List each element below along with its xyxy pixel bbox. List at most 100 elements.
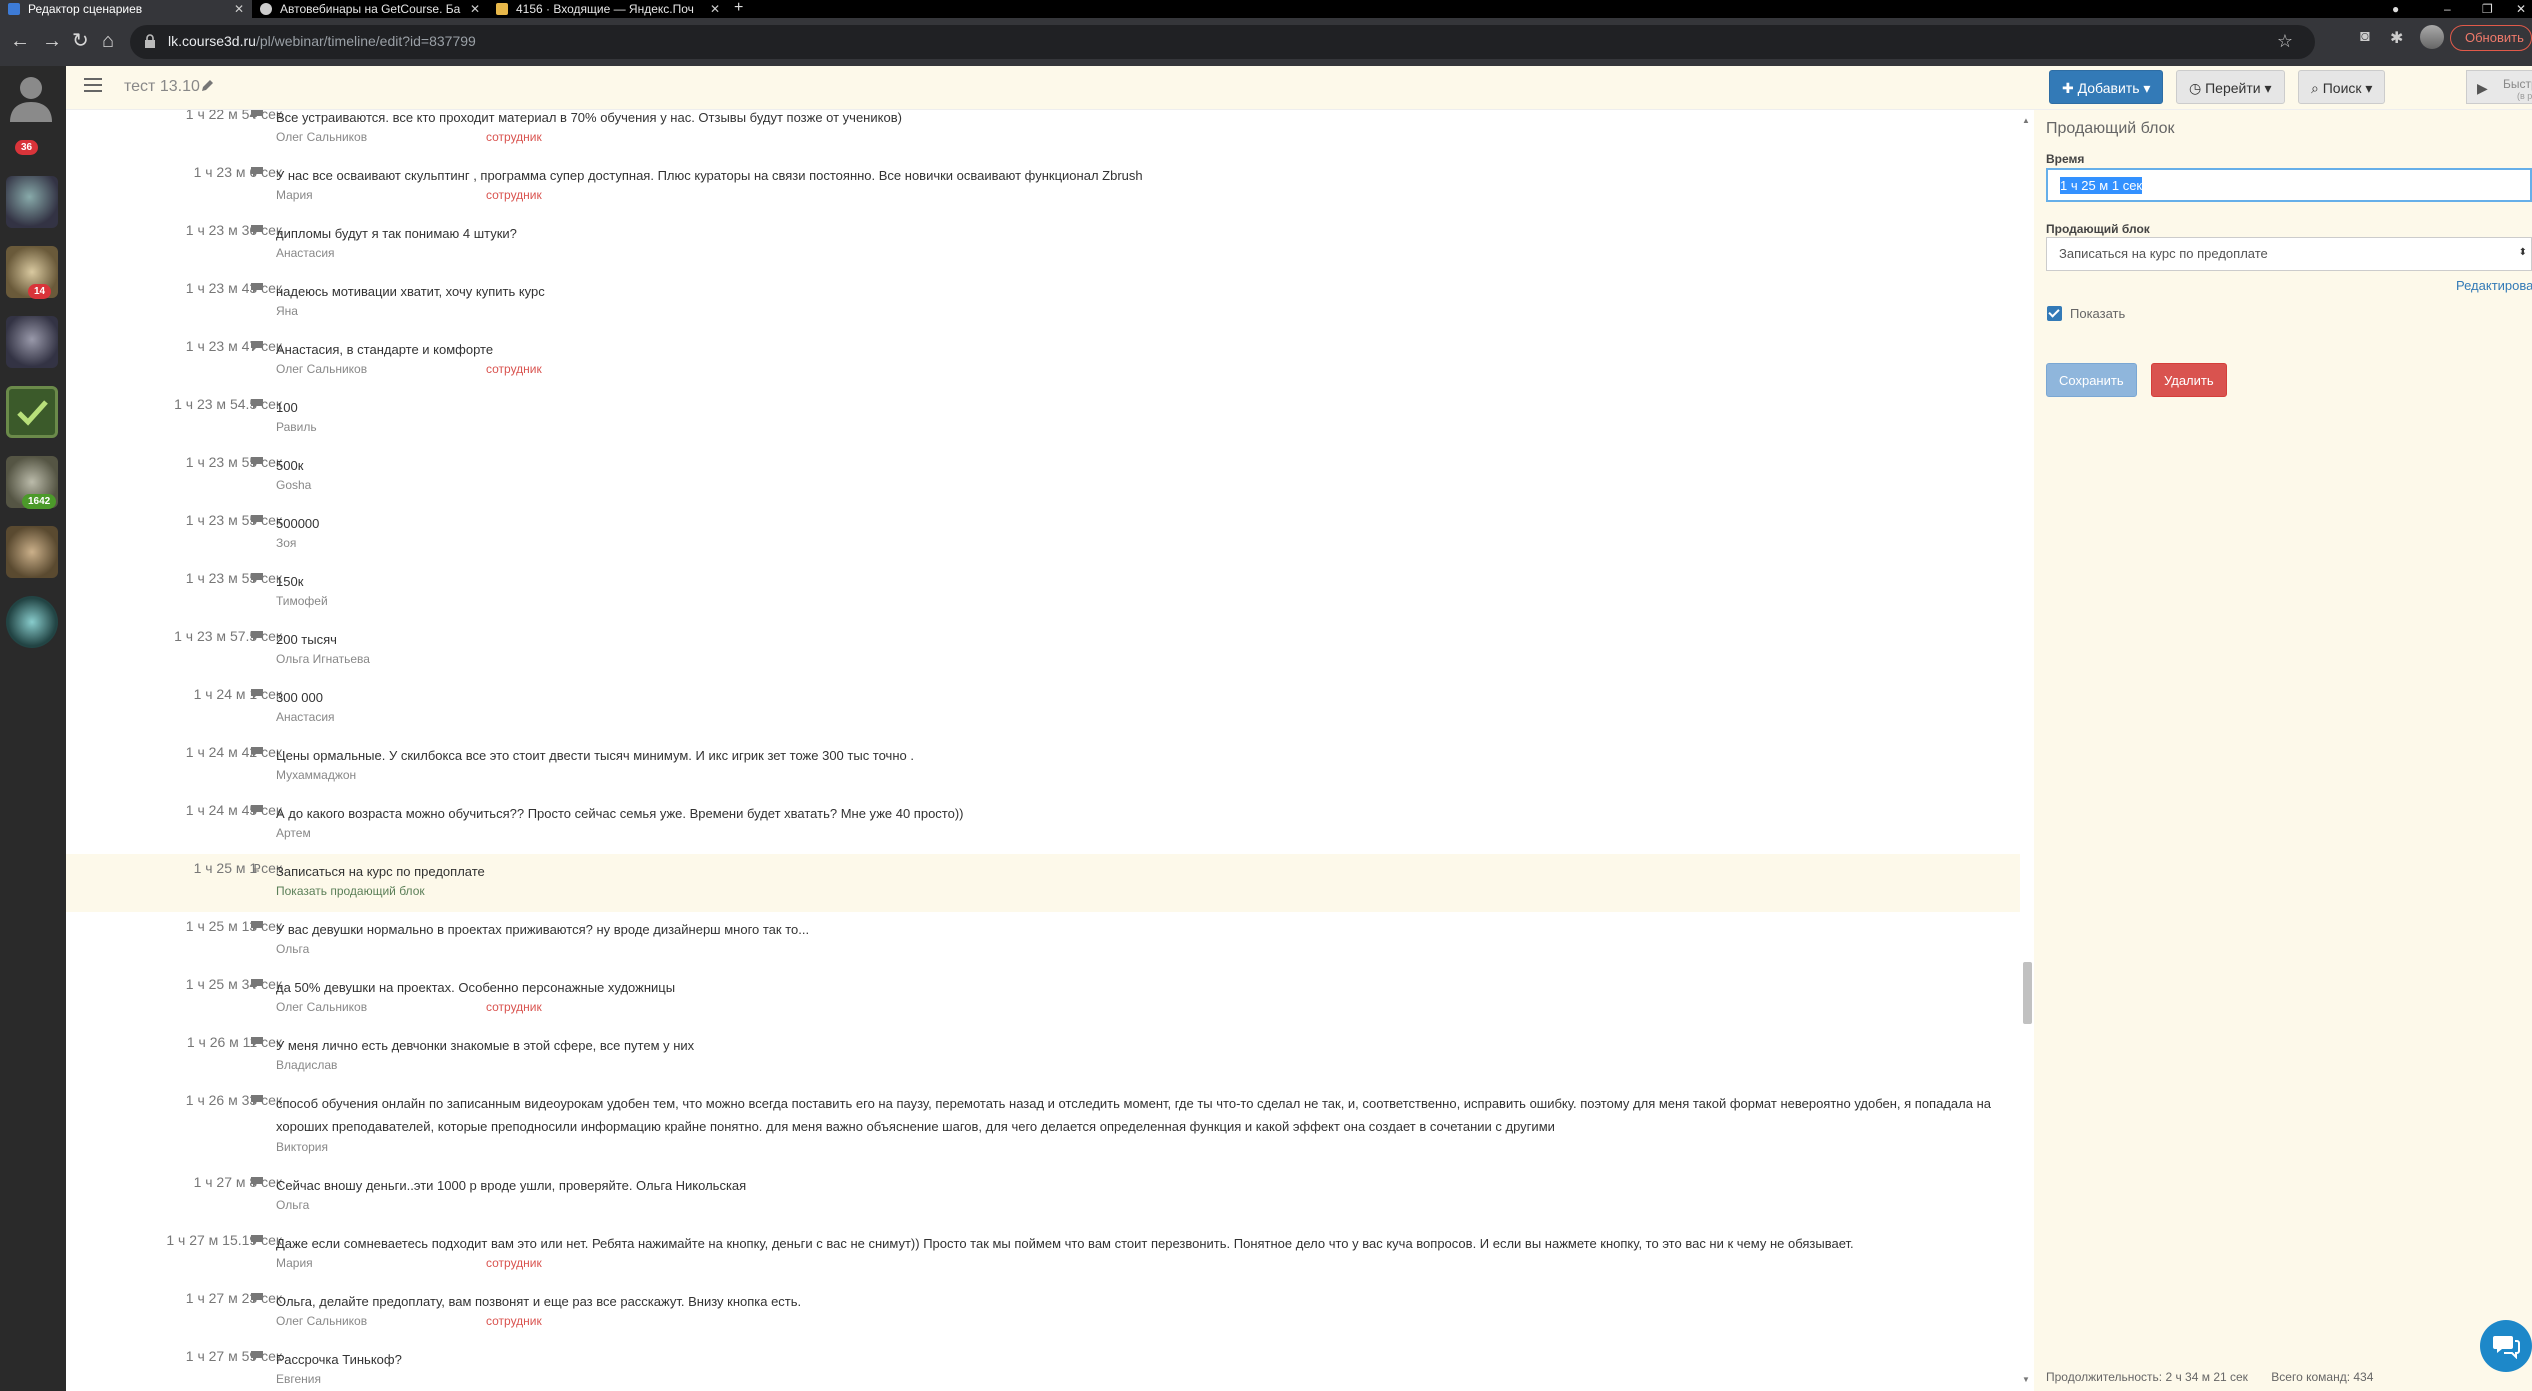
message-text: да 50% девушки на проектах. Особенно пер… xyxy=(276,980,676,995)
message-row[interactable]: 1 ч 23 м 57.5 сек 200 тысяч Ольга Игнатьев… xyxy=(66,622,2020,680)
browser-tab[interactable]: Редактор сценариев ✕ xyxy=(0,0,252,18)
message-author[interactable]: Анастасия xyxy=(276,710,335,724)
message-row[interactable]: 1 ч 27 м 23 сек Ольга, делайте предоплату… xyxy=(66,1284,2020,1342)
message-author[interactable]: Зоя xyxy=(276,536,296,550)
search-button[interactable]: ⌕ Поиск ▾ xyxy=(2298,70,2386,104)
message-row[interactable]: 1 ч 25 м 34 сек да 50% девушки на проекта… xyxy=(66,970,2020,1028)
pencil-icon[interactable] xyxy=(200,79,214,93)
message-author[interactable]: Равиль xyxy=(276,420,317,434)
message-author[interactable]: Ольга xyxy=(276,1198,309,1212)
back-icon[interactable]: ← xyxy=(10,30,30,52)
message-row[interactable]: 1 ч 27 м 8 сек Сейчас вношу деньги..эти 1… xyxy=(66,1168,2020,1226)
message-row[interactable]: 1 ч 22 м 54 сек Все устраиваются. все кто… xyxy=(66,110,2020,158)
message-author[interactable]: Ольга xyxy=(276,942,309,956)
message-row[interactable]: 1 ч 23 м 43 сек надеюсь мотивации хватит,… xyxy=(66,274,2020,332)
gear-icon[interactable] xyxy=(6,596,58,648)
notification-badge[interactable]: 36 xyxy=(15,140,39,155)
message-author[interactable]: Мария xyxy=(276,188,313,202)
flask-icon[interactable] xyxy=(6,176,58,228)
quick-check-button[interactable]: ▶ Быстрая проверка (в разработке) xyxy=(2466,70,2532,104)
message-author[interactable]: Олег Сальников xyxy=(276,362,367,376)
save-button[interactable]: Сохранить xyxy=(2046,363,2137,397)
message-row[interactable]: 1 ч 24 м 45 сек А до какого возраста можн… xyxy=(66,796,2020,854)
scroll-down-icon[interactable]: ▼ xyxy=(2022,1375,2030,1384)
ruble-icon: ₽ xyxy=(253,862,261,874)
message-time: 1 ч 27 м 23 сек xyxy=(185,1290,282,1306)
message-row[interactable]: 1 ч 23 м 55 сек 500к Gosha xyxy=(66,448,2020,506)
message-row[interactable]: 1 ч 27 м 59 сек Рассрочка Тинькоф? Евгения xyxy=(66,1342,2020,1391)
message-author[interactable]: Мария xyxy=(276,1256,313,1270)
timeline-scrollbar[interactable]: ▲ ▼ xyxy=(2020,110,2034,1391)
scrollbar-thumb[interactable] xyxy=(2023,962,2032,1024)
message-author[interactable]: Gosha xyxy=(276,478,311,492)
message-author[interactable]: Ольга Игнатьева xyxy=(276,652,370,666)
home-icon[interactable]: ⌂ xyxy=(102,30,114,52)
time-input[interactable]: 1 ч 25 м 1 сек xyxy=(2046,168,2532,202)
message-author[interactable]: Анастасия xyxy=(276,246,335,260)
message-row[interactable]: 1 ч 27 м 15.19 сек Даже если сомневаетесь… xyxy=(66,1226,2020,1284)
address-bar[interactable]: lk.course3d.ru/pl/webinar/timeline/edit?… xyxy=(130,25,2315,59)
message-row[interactable]: 1 ч 24 м 1 сек 300 000 Анастасия xyxy=(66,680,2020,738)
browser-tab[interactable]: Автовебинары на GetCourse. Ба ✕ xyxy=(252,0,488,18)
update-button[interactable]: Обновить xyxy=(2450,25,2532,51)
goto-button[interactable]: ◷ Перейти ▾ xyxy=(2176,70,2285,104)
message-author[interactable]: Евгения xyxy=(276,1372,321,1386)
restore-icon[interactable]: ❐ xyxy=(2482,0,2493,18)
reload-icon[interactable]: ↻ xyxy=(72,30,89,52)
message-row[interactable]: 1 ч 26 м 11 сек У меня лично есть девчонк… xyxy=(66,1028,2020,1086)
cups-icon[interactable] xyxy=(6,526,58,578)
minimize-icon[interactable]: – xyxy=(2444,0,2451,18)
close-window-icon[interactable]: ✕ xyxy=(2516,0,2526,18)
menu-icon[interactable] xyxy=(84,78,102,92)
message-row[interactable]: 1 ч 23 м 54.5 сек 100 Равиль xyxy=(66,390,2020,448)
message-row[interactable]: 1 ч 24 м 42 сек Цены ормальные. У скилбок… xyxy=(66,738,2020,796)
add-button[interactable]: ✚ Добавить ▾ xyxy=(2049,70,2164,104)
camera-icon[interactable]: ◙ xyxy=(2360,28,2370,46)
close-icon[interactable]: ✕ xyxy=(710,2,720,16)
notification-badge[interactable]: 14 xyxy=(28,284,52,299)
edit-link[interactable]: Редактирова xyxy=(2456,278,2532,293)
sale-block-row[interactable]: 1 ч 25 м 1 сек ₽ Записаться на курс по пре… xyxy=(66,854,2020,912)
show-checkbox[interactable] xyxy=(2047,306,2062,321)
message-text: 100 xyxy=(276,400,298,415)
message-author[interactable]: Владислав xyxy=(276,1058,337,1072)
message-author[interactable]: Олег Сальников xyxy=(276,130,367,144)
close-icon[interactable]: ✕ xyxy=(470,2,480,16)
message-row[interactable]: 1 ч 25 м 13 сек У вас девушки нормально в… xyxy=(66,912,2020,970)
message-row[interactable]: 1 ч 23 м 6 сек У нас все осваивают скульп… xyxy=(66,158,2020,216)
character-icon[interactable] xyxy=(6,316,58,368)
user-avatar-icon[interactable] xyxy=(8,74,54,122)
message-author[interactable]: Виктория xyxy=(276,1140,328,1154)
tab-search-icon[interactable]: ● xyxy=(2392,0,2399,18)
message-author[interactable]: Олег Сальников xyxy=(276,1000,367,1014)
lock-icon[interactable] xyxy=(144,34,156,48)
profile-avatar[interactable] xyxy=(2420,25,2444,49)
new-tab-button[interactable]: + xyxy=(734,0,743,18)
star-icon[interactable]: ☆ xyxy=(2277,31,2293,52)
message-row[interactable]: 1 ч 23 м 36 сек дипломы будут я так поним… xyxy=(66,216,2020,274)
message-row[interactable]: 1 ч 26 м 33 сек способ обучения онлайн по… xyxy=(66,1086,2020,1168)
message-row[interactable]: 1 ч 23 м 55 сек 150к Тимофей xyxy=(66,564,2020,622)
scroll-up-icon[interactable]: ▲ xyxy=(2022,116,2030,125)
browser-tab[interactable]: 4156 · Входящие — Яндекс.Поч ✕ xyxy=(488,0,728,18)
message-author[interactable]: Мухаммаджон xyxy=(276,768,356,782)
checkmark-icon[interactable] xyxy=(6,386,58,438)
message-author[interactable]: Олег Сальников xyxy=(276,1314,367,1328)
delete-button[interactable]: Удалить xyxy=(2151,363,2227,397)
message-row[interactable]: 1 ч 23 м 47 сек Анастасия, в стандарте и … xyxy=(66,332,2020,390)
notification-badge[interactable]: 1642 xyxy=(22,494,57,509)
message-time: 1 ч 25 м 13 сек xyxy=(185,918,282,934)
comment-icon xyxy=(251,1037,263,1047)
forward-icon[interactable]: → xyxy=(42,30,62,52)
block-select[interactable]: Записаться на курс по предоплате ⬍ xyxy=(2046,237,2532,271)
show-sale-block-link[interactable]: Показать продающий блок xyxy=(276,884,425,898)
message-author[interactable]: Тимофей xyxy=(276,594,328,608)
message-text: У нас все осваивают скульптинг , програм… xyxy=(276,168,1143,183)
puzzle-icon[interactable]: ✱ xyxy=(2390,28,2403,48)
message-author[interactable]: Яна xyxy=(276,304,298,318)
chat-button[interactable] xyxy=(2480,1320,2532,1372)
close-icon[interactable]: ✕ xyxy=(234,2,244,16)
message-text: способ обучения онлайн по записанным вид… xyxy=(276,1096,1991,1134)
message-author[interactable]: Артем xyxy=(276,826,311,840)
message-row[interactable]: 1 ч 23 м 55 сек 500000 Зоя xyxy=(66,506,2020,564)
